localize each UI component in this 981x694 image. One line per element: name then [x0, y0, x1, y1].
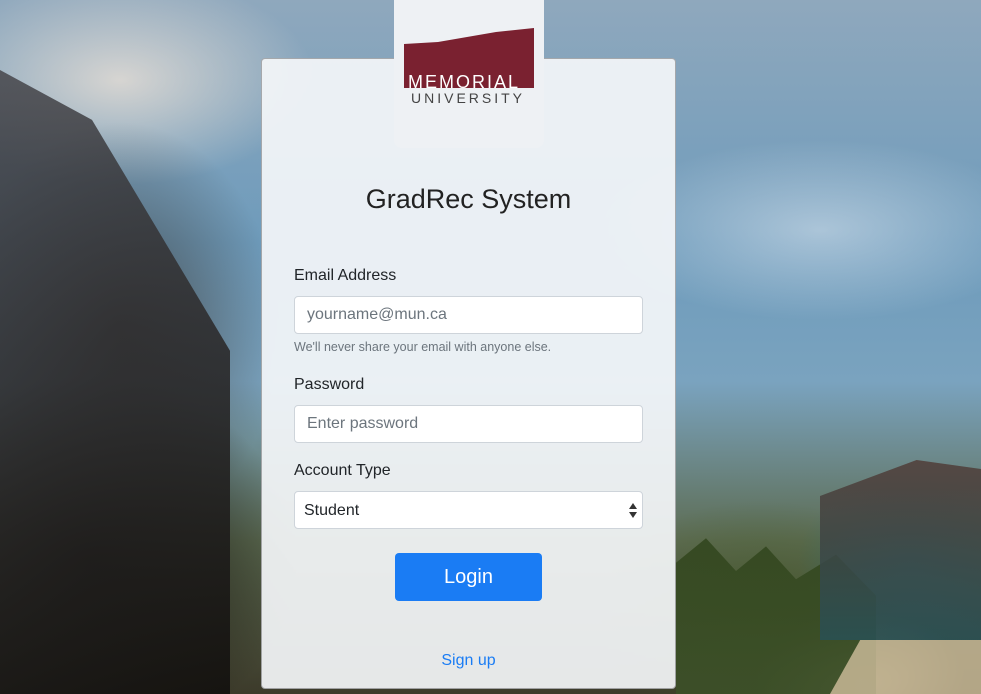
- password-field[interactable]: [294, 405, 643, 443]
- login-button[interactable]: Login: [395, 553, 542, 601]
- account-type-selected-value: Student: [304, 502, 360, 519]
- email-label: Email Address: [294, 267, 397, 284]
- university-logo: MEMORIAL UNIVERSITY: [394, 0, 544, 148]
- background-building-right: [820, 460, 981, 640]
- page-title: GradRec System: [365, 184, 572, 214]
- email-field[interactable]: [294, 296, 643, 334]
- account-type-select[interactable]: Student: [294, 491, 643, 529]
- background-trees: [676, 538, 876, 694]
- email-help-text: We'll never share your email with anyone…: [294, 340, 552, 354]
- password-label: Password: [294, 376, 365, 393]
- account-type-label: Account Type: [294, 462, 391, 479]
- signup-link[interactable]: Sign up: [261, 652, 676, 670]
- background-building-left: [0, 70, 230, 694]
- logo-text-university: UNIVERSITY: [411, 90, 526, 106]
- select-updown-icon: [629, 503, 637, 518]
- background-walkway: [830, 640, 981, 694]
